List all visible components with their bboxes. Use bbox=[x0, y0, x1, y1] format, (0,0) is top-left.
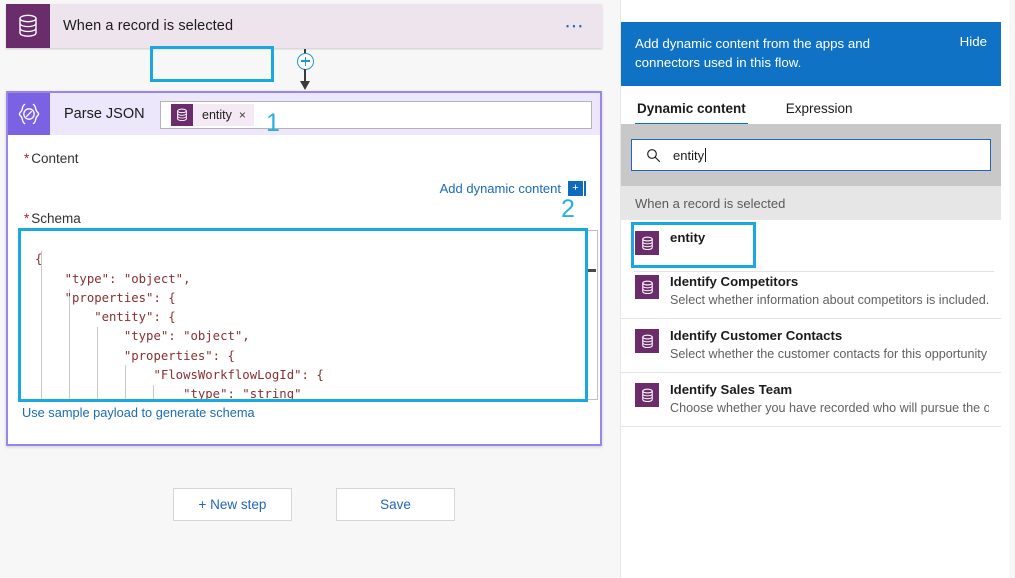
list-item-description: Select whether information about competi… bbox=[670, 293, 989, 307]
parse-json-title: Parse JSON bbox=[64, 106, 145, 122]
dynamic-content-search-area: entity bbox=[621, 124, 1001, 186]
flow-designer-canvas: When a record is selected ⋯ Parse JSON i… bbox=[0, 0, 620, 578]
database-icon bbox=[635, 329, 659, 353]
schema-editor-wrap: { "type": "object", "properties": { "ent… bbox=[20, 230, 598, 400]
database-icon-svg bbox=[19, 14, 37, 37]
trigger-ellipsis-icon[interactable]: ⋯ bbox=[565, 17, 587, 36]
search-input-value: entity bbox=[673, 147, 705, 163]
trigger-card[interactable]: When a record is selected ⋯ bbox=[6, 4, 602, 48]
dynamic-content-banner: Add dynamic content from the apps and co… bbox=[621, 22, 1001, 86]
list-item-text: entity bbox=[670, 230, 717, 246]
database-icon-svg bbox=[641, 236, 653, 250]
required-asterisk: * bbox=[24, 150, 30, 166]
database-icon-svg bbox=[641, 280, 653, 294]
use-sample-payload-link[interactable]: Use sample payload to generate schema bbox=[22, 405, 255, 420]
list-item-text: Identify Sales Team Choose whether you h… bbox=[670, 382, 1001, 417]
search-icon bbox=[647, 148, 661, 162]
entity-token-chip[interactable]: entity × bbox=[171, 104, 254, 126]
new-step-button[interactable]: + New step bbox=[173, 488, 292, 521]
list-item-text: Identify Customer Contacts Select whethe… bbox=[670, 328, 1001, 363]
arrow-down-icon bbox=[299, 81, 310, 90]
database-icon bbox=[171, 104, 193, 126]
schema-code-text: { "type": "object", "properties": { "ent… bbox=[35, 252, 324, 400]
dynamic-content-panel: Add dynamic content from the apps and co… bbox=[620, 0, 1009, 578]
annotation-number-1: 1 bbox=[266, 109, 280, 137]
list-item-title: entity bbox=[670, 230, 706, 245]
flow-connector bbox=[288, 49, 322, 93]
list-separator bbox=[634, 271, 994, 272]
braces-pencil-icon-svg bbox=[18, 103, 40, 125]
list-item-title: Identify Customer Contacts bbox=[670, 328, 843, 343]
content-input[interactable]: entity × bbox=[160, 101, 592, 129]
content-field-row: * Content bbox=[8, 135, 600, 181]
parse-json-braces-icon bbox=[8, 93, 50, 135]
database-icon-svg bbox=[177, 108, 187, 122]
database-icon bbox=[635, 275, 659, 299]
content-field-label: * Content bbox=[8, 151, 153, 166]
list-item-title: Identify Competitors bbox=[670, 274, 799, 289]
plus-circle-icon[interactable] bbox=[297, 53, 314, 70]
schema-scrollbar-thumb[interactable] bbox=[587, 269, 596, 272]
list-item-description: Select whether the customer contacts for… bbox=[670, 347, 989, 361]
close-icon[interactable]: × bbox=[239, 108, 254, 122]
dynamic-content-group-header: When a record is selected bbox=[621, 186, 1001, 220]
group-header-label: When a record is selected bbox=[635, 195, 786, 211]
content-label-text: Content bbox=[31, 150, 79, 166]
search-input-value-wrap: entity bbox=[673, 147, 707, 163]
required-asterisk-schema: * bbox=[24, 211, 30, 226]
add-dynamic-content-row: Add dynamic content + bbox=[440, 181, 586, 196]
schema-scrollbar[interactable] bbox=[587, 230, 598, 400]
list-item[interactable]: Identify Competitors Select whether info… bbox=[621, 265, 1001, 319]
dynamic-content-tabs: Dynamic content Expression bbox=[621, 86, 1001, 125]
schema-field-label: * Schema bbox=[24, 211, 81, 226]
annotation-number-2: 2 bbox=[561, 195, 575, 223]
list-item-title: Identify Sales Team bbox=[670, 382, 793, 397]
dynamic-content-banner-text: Add dynamic content from the apps and co… bbox=[635, 36, 871, 70]
save-button[interactable]: Save bbox=[336, 488, 455, 521]
parse-json-card: Parse JSON i ⋯ *Content entity bbox=[6, 91, 602, 446]
tab-expression[interactable]: Expression bbox=[784, 101, 855, 124]
list-item-description: Choose whether you have recorded who wil… bbox=[670, 401, 989, 415]
list-item-text: Identify Competitors Select whether info… bbox=[670, 274, 1001, 309]
search-input[interactable]: entity bbox=[631, 139, 991, 171]
database-icon bbox=[635, 231, 659, 255]
highlight-box-entity-chip bbox=[150, 46, 274, 82]
schema-label-text: Schema bbox=[31, 211, 81, 226]
database-icon bbox=[635, 383, 659, 407]
add-dynamic-content-link[interactable]: Add dynamic content bbox=[440, 181, 561, 196]
list-item[interactable]: Identify Sales Team Choose whether you h… bbox=[621, 373, 1001, 427]
add-dynamic-content-bar bbox=[584, 181, 586, 196]
hide-panel-button[interactable]: Hide bbox=[960, 34, 987, 49]
database-icon-svg bbox=[641, 334, 653, 348]
tab-dynamic-content[interactable]: Dynamic content bbox=[635, 101, 748, 125]
list-item[interactable]: Identify Customer Contacts Select whethe… bbox=[621, 319, 1001, 373]
list-item[interactable]: entity bbox=[621, 220, 1001, 265]
designer-footer-buttons: + New step Save bbox=[173, 488, 455, 521]
entity-chip-label: entity bbox=[202, 108, 232, 122]
database-icon bbox=[6, 4, 50, 48]
text-caret bbox=[705, 147, 707, 162]
schema-input[interactable]: { "type": "object", "properties": { "ent… bbox=[20, 230, 586, 400]
dynamic-content-list: entity Identify Competitors Select wheth… bbox=[621, 220, 1001, 427]
database-icon-svg bbox=[641, 388, 653, 402]
add-dynamic-content-plus-icon[interactable]: + bbox=[568, 181, 583, 196]
trigger-title: When a record is selected bbox=[63, 18, 234, 34]
